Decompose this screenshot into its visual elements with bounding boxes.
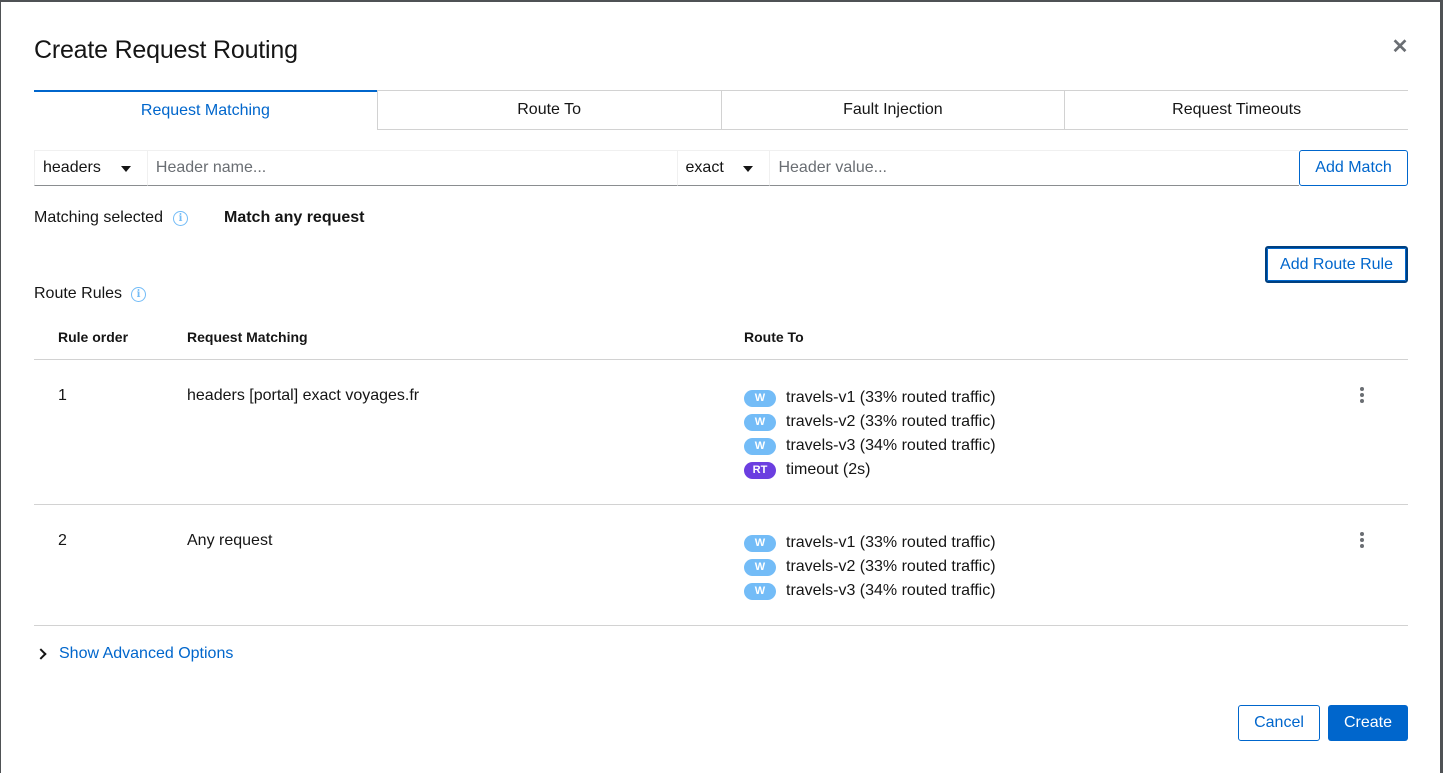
rule-order: 1: [58, 387, 67, 404]
route-text: travels-v1 (33% routed traffic): [786, 389, 996, 406]
operator-value: exact: [685, 159, 724, 176]
rule-order: 2: [58, 532, 67, 549]
close-icon[interactable]: ✕: [1391, 37, 1409, 57]
table-row: 2 Any request W travels-v1 (33% routed t…: [34, 505, 1408, 626]
create-request-routing-modal: Create Request Routing ✕ Request Matchin…: [1, 2, 1440, 773]
route-item: W travels-v3 (34% routed traffic): [744, 434, 996, 458]
table-header: Rule order Request Matching Route To: [34, 314, 1408, 360]
add-route-rule-button[interactable]: Add Route Rule: [1265, 246, 1408, 283]
tab-route-to[interactable]: Route To: [376, 90, 721, 130]
weight-badge: W: [744, 558, 776, 576]
show-advanced-options-label: Show Advanced Options: [59, 645, 234, 662]
weight-badge: W: [744, 389, 776, 407]
caret-down-icon: [743, 166, 754, 172]
rule-matching: headers [portal] exact voyages.fr: [187, 387, 420, 404]
rule-matching: Any request: [187, 532, 273, 549]
route-item: W travels-v2 (33% routed traffic): [744, 410, 996, 434]
header-name-input[interactable]: [146, 150, 677, 186]
rule-routes: W travels-v1 (33% routed traffic) W trav…: [744, 386, 996, 482]
table-row: 1 headers [portal] exact voyages.fr W tr…: [34, 360, 1408, 505]
match-form: headers exact Add Match: [34, 150, 1409, 186]
route-rules-heading: Route Rules i: [34, 285, 147, 303]
column-header-request-matching: Request Matching: [187, 328, 308, 345]
chevron-right-icon: [35, 648, 47, 660]
operator-select[interactable]: exact: [676, 150, 770, 186]
route-text: travels-v3 (34% routed traffic): [786, 582, 996, 599]
caret-down-icon: [120, 166, 131, 172]
route-item: W travels-v3 (34% routed traffic): [744, 579, 996, 603]
matching-selected: Matching selected i: [34, 209, 188, 227]
rule-routes: W travels-v1 (33% routed traffic) W trav…: [744, 531, 996, 603]
create-button[interactable]: Create: [1328, 705, 1408, 741]
show-advanced-options-toggle[interactable]: Show Advanced Options: [35, 645, 234, 663]
info-icon[interactable]: i: [172, 210, 188, 226]
column-header-rule-order: Rule order: [58, 328, 129, 345]
header-value-input[interactable]: [769, 150, 1300, 186]
route-item: W travels-v2 (33% routed traffic): [744, 555, 996, 579]
route-text: travels-v2 (33% routed traffic): [786, 558, 996, 575]
route-item: W travels-v1 (33% routed traffic): [744, 386, 996, 410]
modal-title: Create Request Routing: [34, 36, 298, 64]
route-item: W travels-v1 (33% routed traffic): [744, 531, 996, 555]
matching-selected-label: Matching selected: [34, 209, 163, 226]
weight-badge: W: [744, 437, 776, 455]
kebab-menu-icon[interactable]: [1356, 531, 1368, 549]
tab-fault-injection[interactable]: Fault Injection: [720, 90, 1065, 130]
route-text: timeout (2s): [786, 461, 871, 478]
tab-request-matching[interactable]: Request Matching: [34, 90, 377, 130]
timeout-badge: RT: [744, 461, 776, 479]
weight-badge: W: [744, 413, 776, 431]
tabs: Request Matching Route To Fault Injectio…: [34, 90, 1408, 130]
weight-badge: W: [744, 582, 776, 600]
column-header-route-to: Route To: [744, 328, 804, 345]
route-item: RT timeout (2s): [744, 458, 996, 482]
match-type-select[interactable]: headers: [34, 150, 147, 186]
add-match-button[interactable]: Add Match: [1299, 150, 1409, 186]
match-type-value: headers: [43, 159, 101, 176]
matching-selected-value: Match any request: [224, 209, 365, 226]
route-rules-label: Route Rules: [34, 285, 123, 302]
cancel-button[interactable]: Cancel: [1238, 705, 1320, 741]
kebab-menu-icon[interactable]: [1356, 386, 1368, 404]
weight-badge: W: [744, 534, 776, 552]
route-rules-table: Rule order Request Matching Route To 1 h…: [34, 314, 1408, 626]
info-icon[interactable]: i: [131, 286, 147, 302]
route-text: travels-v3 (34% routed traffic): [786, 437, 996, 454]
route-text: travels-v2 (33% routed traffic): [786, 413, 996, 430]
tab-request-timeouts[interactable]: Request Timeouts: [1064, 90, 1408, 130]
route-text: travels-v1 (33% routed traffic): [786, 534, 996, 551]
